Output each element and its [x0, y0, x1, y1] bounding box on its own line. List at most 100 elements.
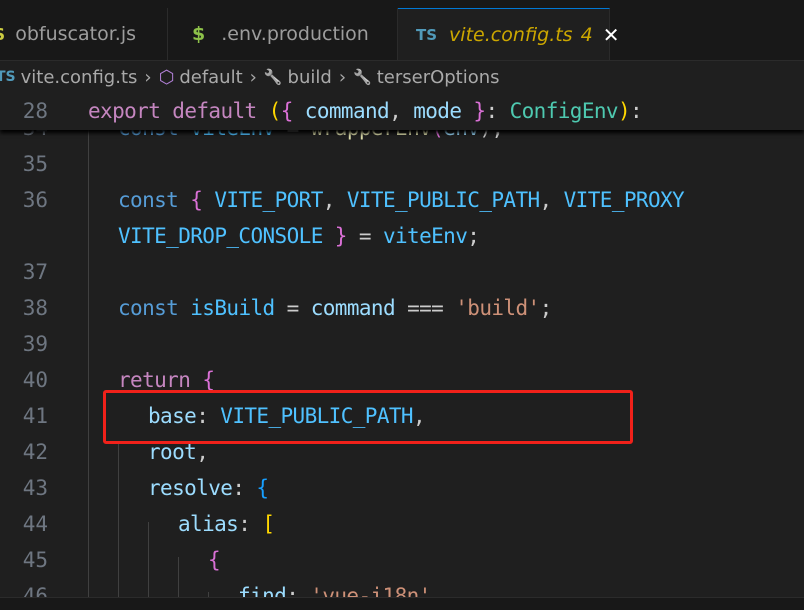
code-token: 'build' [455, 296, 540, 320]
code-line[interactable]: 46 find: 'vue-i18n', [0, 578, 804, 597]
code-token: 'vue-i18n' [310, 584, 431, 597]
code-token: [ [262, 512, 275, 536]
line-number: 37 [22, 260, 48, 284]
code-token: } [322, 224, 359, 248]
wrench-icon: 🔧 [353, 68, 372, 86]
tab-obfuscator-js[interactable]: $ obfuscator.js [0, 8, 168, 60]
tab-env-production[interactable]: $ .env.production [168, 8, 398, 60]
code-editor[interactable]: 28 export default ({ command, mode }: Con… [0, 92, 804, 597]
code-token: , [322, 188, 347, 212]
code-line[interactable]: 36 const { VITE_PORT, VITE_PUBLIC_PATH, V… [0, 182, 804, 218]
code-token: : [238, 512, 263, 536]
code-line[interactable]: 39 [0, 326, 804, 362]
code-token: VITE_PROXY [563, 188, 685, 212]
code-token: = [274, 296, 311, 320]
code-token: { [256, 476, 269, 500]
ts-icon: TS [0, 69, 16, 85]
code-text: const isBuild = command === 'build'; [118, 296, 552, 320]
code-token: { [280, 99, 305, 123]
code-token: { [208, 548, 221, 572]
code-token: ) [617, 99, 631, 123]
breadcrumb-item-terseroptions[interactable]: terserOptions [377, 67, 500, 88]
code-token: ; [467, 224, 480, 248]
code-line[interactable]: 35 [0, 146, 804, 182]
tab-vite-config-ts[interactable]: TS vite.config.ts 4 ✕ [398, 8, 619, 60]
code-token: { [202, 368, 215, 392]
code-token: { [190, 188, 215, 212]
line-number: 28 [22, 99, 48, 123]
line-number: 39 [22, 332, 48, 356]
code-token: ; [539, 296, 553, 320]
code-line[interactable]: 43 resolve: { [0, 470, 804, 506]
code-token: === [395, 296, 456, 320]
line-number: 44 [22, 512, 48, 536]
code-token: : [630, 99, 643, 123]
code-text: find: 'vue-i18n', [238, 584, 443, 597]
chevron-right-icon: › [144, 66, 152, 88]
code-token: : [485, 99, 510, 123]
js-icon: $ [0, 23, 5, 45]
code-token: command [304, 99, 390, 123]
code-line[interactable]: 38 const isBuild = command === 'build'; [0, 290, 804, 326]
ts-icon: TS [416, 25, 438, 44]
code-text: const { VITE_PORT, VITE_PUBLIC_PATH, VIT… [118, 188, 685, 212]
line-number: 41 [22, 404, 48, 428]
line-number: 40 [22, 368, 48, 392]
code-text: return { [118, 368, 215, 392]
code-text: export default ({ command, mode }: Confi… [88, 99, 643, 123]
code-token: , [539, 188, 564, 212]
line-number: 38 [22, 296, 48, 320]
code-text: { [208, 548, 221, 572]
code-token: export default [88, 99, 269, 123]
code-token: find [238, 584, 287, 597]
code-line[interactable]: 45 { [0, 542, 804, 578]
breadcrumb: TS vite.config.ts › ⬡ default › 🔧 build … [0, 62, 804, 92]
code-line[interactable]: 28 export default ({ command, mode }: Con… [0, 93, 804, 129]
line-number: 46 [22, 584, 48, 597]
bottom-panel-edge [0, 597, 804, 610]
line-number: 45 [22, 548, 48, 572]
code-token: , [430, 584, 444, 597]
line-number: 35 [22, 152, 48, 176]
code-token: VITE_DROP_CONSOLE [118, 224, 323, 248]
code-line[interactable]: 37 [0, 254, 804, 290]
chevron-right-icon: › [338, 66, 347, 88]
code-token: ( [268, 99, 282, 123]
breadcrumb-item-build[interactable]: build [288, 67, 332, 88]
problem-count-badge: 4 [580, 23, 593, 46]
dollar-icon: $ [192, 23, 206, 45]
wrench-icon: 🔧 [263, 68, 283, 86]
chevron-right-icon: › [249, 66, 257, 88]
code-text: alias: [ [178, 512, 275, 536]
tab-label: vite.config.ts [449, 23, 573, 46]
code-text: VITE_DROP_CONSOLE } = viteEnv; [118, 224, 480, 248]
code-token: resolve [148, 476, 233, 500]
code-token: const [118, 296, 191, 320]
code-token: = [358, 224, 383, 248]
tab-label: obfuscator.js [15, 23, 136, 45]
tab-bar: $ obfuscator.js $ .env.production TS vit… [0, 0, 804, 61]
code-token: viteEnv [382, 224, 468, 248]
highlight-annotation-box [103, 390, 633, 444]
code-line[interactable]: VITE_DROP_CONSOLE } = viteEnv; [0, 218, 804, 254]
tab-label: .env.production [221, 23, 369, 45]
line-number: 36 [22, 188, 48, 212]
code-text: resolve: { [148, 476, 269, 500]
breadcrumb-item-default[interactable]: default [179, 67, 242, 88]
breadcrumb-item-file[interactable]: vite.config.ts [21, 67, 138, 88]
line-number: 42 [22, 440, 48, 464]
code-token: const [118, 188, 191, 212]
close-icon[interactable]: ✕ [603, 23, 620, 47]
line-number: 43 [22, 476, 48, 500]
code-token: return [118, 368, 203, 392]
code-token: ConfigEnv [509, 99, 619, 123]
code-token: VITE_PORT [214, 188, 323, 212]
code-token: , [389, 99, 414, 123]
code-token: command [310, 296, 396, 320]
code-line[interactable]: 44 alias: [ [0, 506, 804, 542]
code-token: mode [413, 99, 462, 123]
code-token: : [232, 476, 257, 500]
code-token: } [461, 99, 486, 123]
sticky-scroll-line[interactable]: 28 export default ({ command, mode }: Con… [0, 92, 804, 130]
code-token: alias [178, 512, 239, 536]
